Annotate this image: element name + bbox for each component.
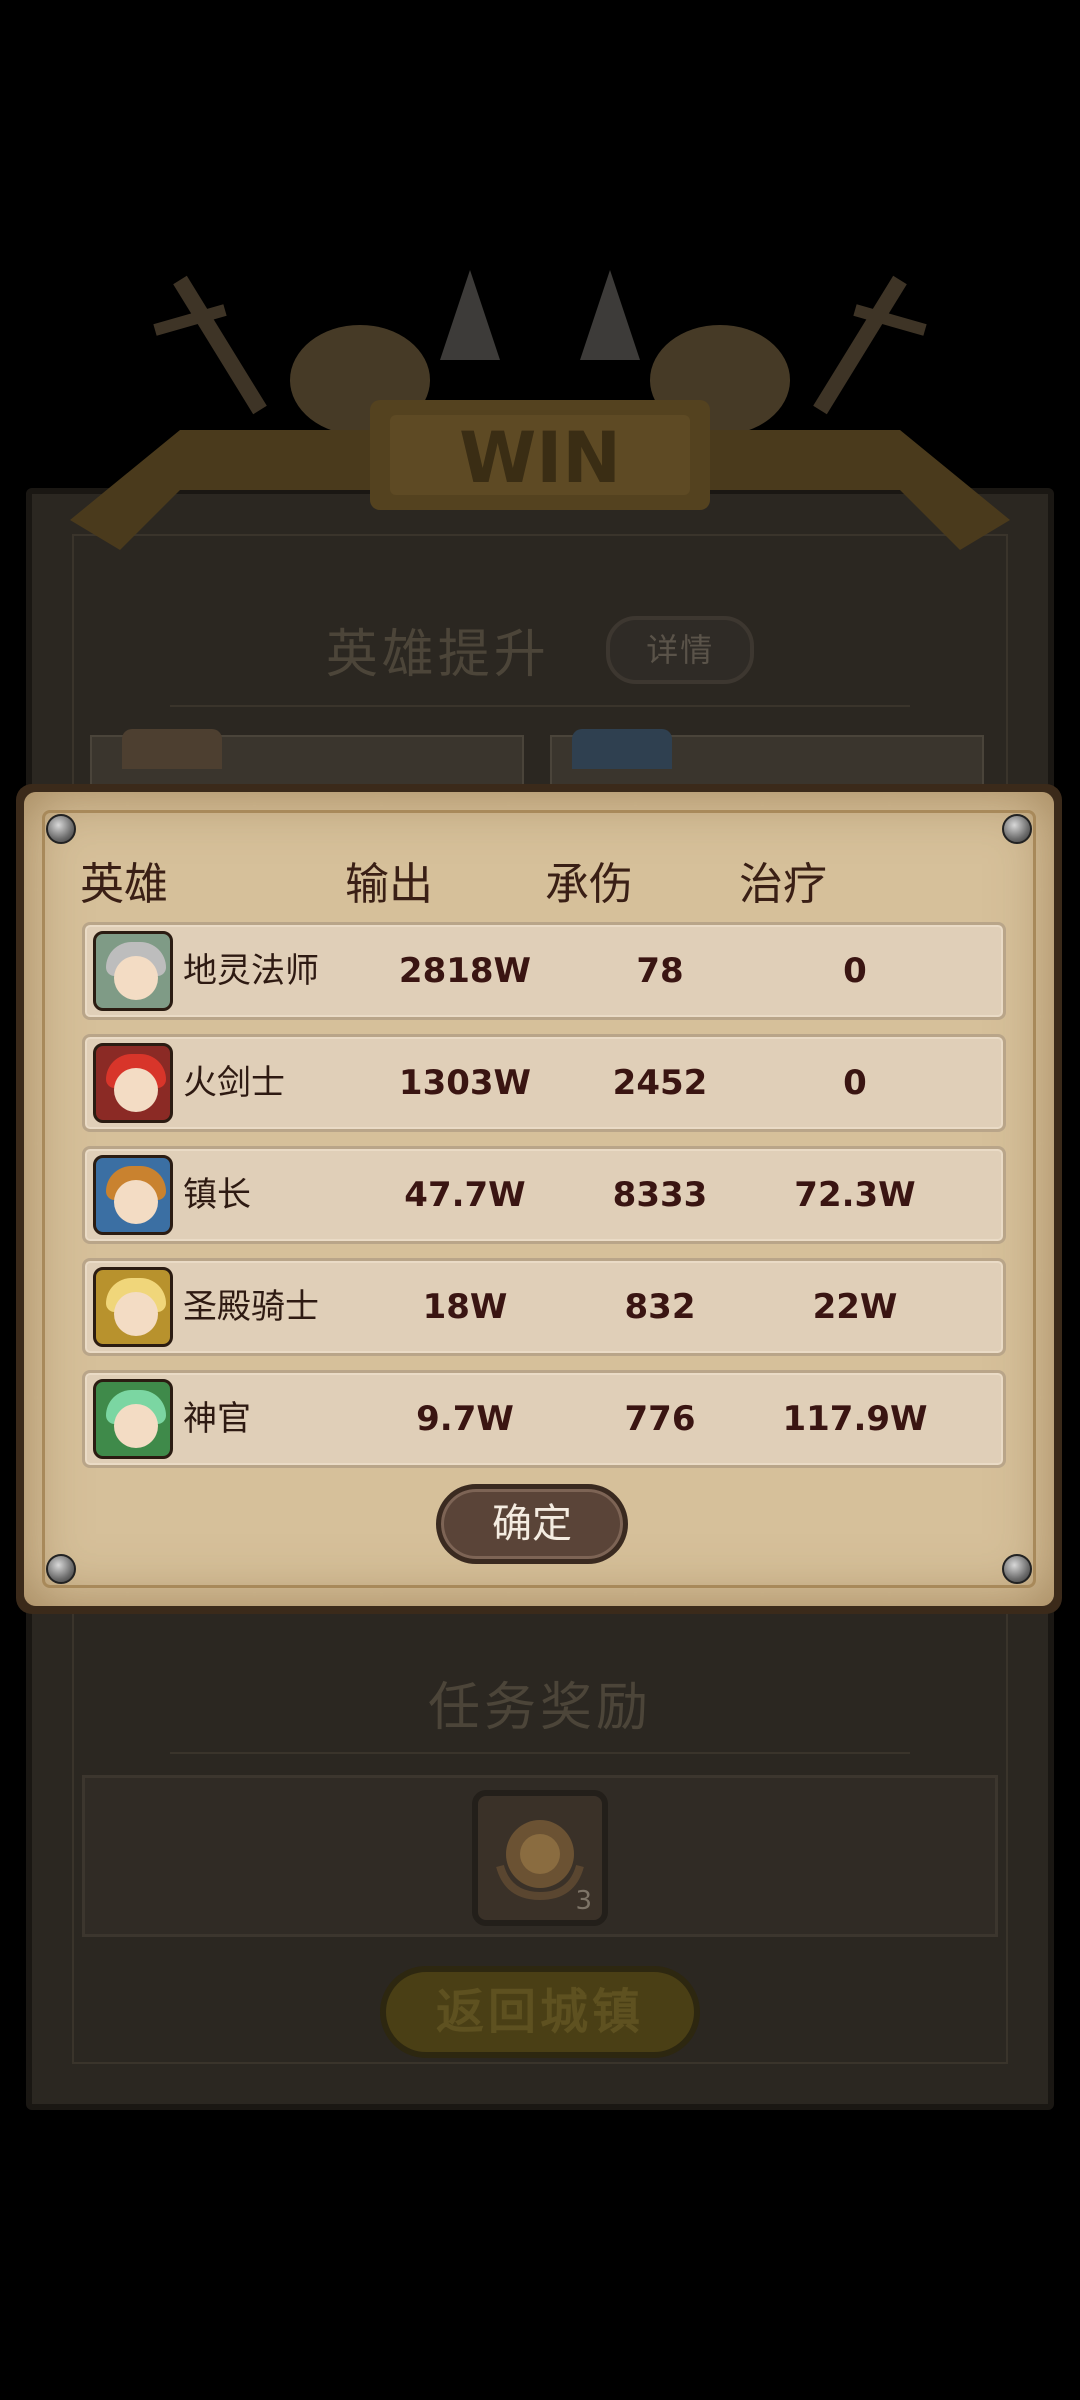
hero-name: 镇长	[183, 1175, 251, 1215]
win-banner: WIN	[70, 270, 1010, 550]
reward-count: 3	[575, 1886, 592, 1916]
output-value: 1303W	[398, 1063, 532, 1103]
hero-stats-row: 火剑士 1303W 2452 0	[82, 1034, 1006, 1132]
detail-button[interactable]: 详情	[606, 615, 755, 684]
reward-item[interactable]: 3	[472, 1790, 608, 1926]
hero-avatar[interactable]	[93, 1043, 173, 1123]
hero-stats-row: 地灵法师 2818W 78 0	[82, 922, 1006, 1020]
hero-avatar[interactable]	[93, 1267, 173, 1347]
hero-name: 圣殿骑士	[183, 1287, 319, 1327]
divider	[170, 705, 910, 707]
hero-stats-row: 圣殿骑士 18W 832 22W	[82, 1258, 1006, 1356]
damage-taken-value: 78	[636, 951, 684, 991]
hero-avatar[interactable]	[93, 1155, 173, 1235]
healing-value: 117.9W	[782, 1399, 928, 1439]
hero-upgrade-header: 英雄提升 详情	[0, 612, 1080, 687]
rivet-icon	[1002, 1554, 1032, 1584]
header-damage-taken: 承伤	[545, 859, 633, 910]
header-output: 输出	[345, 859, 433, 910]
return-town-button[interactable]: 返回城镇	[380, 1966, 700, 2058]
damage-taken-value: 8333	[612, 1175, 708, 1215]
hero-avatar[interactable]	[93, 931, 173, 1011]
hero-stats-row: 镇长 47.7W 8333 72.3W	[82, 1146, 1006, 1244]
rivet-icon	[1002, 814, 1032, 844]
hero-stats-list: 地灵法师 2818W 78 0 火剑士 1303W 2452 0 镇长 47.7…	[82, 922, 1006, 1482]
header-healing: 治疗	[739, 859, 827, 910]
output-value: 18W	[422, 1287, 508, 1327]
hero-name: 地灵法师	[183, 951, 319, 991]
rivet-icon	[46, 1554, 76, 1584]
hero-upgrade-title: 英雄提升	[325, 625, 550, 685]
damage-taken-value: 776	[624, 1399, 696, 1439]
output-value: 9.7W	[416, 1399, 514, 1439]
mission-reward-title: 任务奖励	[427, 1678, 652, 1738]
healing-value: 0	[843, 1063, 867, 1103]
rivet-icon	[46, 814, 76, 844]
divider	[170, 1752, 910, 1754]
damage-taken-value: 2452	[612, 1063, 708, 1103]
output-value: 2818W	[398, 951, 532, 991]
healing-value: 72.3W	[794, 1175, 916, 1215]
damage-taken-value: 832	[624, 1287, 696, 1327]
battle-stats-modal: 英雄 输出 承伤 治疗 地灵法师 2818W 78 0 火剑士 1303W 24…	[16, 784, 1062, 1614]
confirm-button[interactable]: 确定	[436, 1484, 628, 1564]
hero-name: 神官	[183, 1399, 251, 1439]
output-value: 47.7W	[404, 1175, 526, 1215]
header-hero: 英雄	[80, 859, 168, 910]
hero-avatar[interactable]	[93, 1379, 173, 1459]
win-text: WIN	[459, 417, 621, 499]
hero-name: 火剑士	[183, 1063, 285, 1103]
healing-value: 0	[843, 951, 867, 991]
hero-stats-row: 神官 9.7W 776 117.9W	[82, 1370, 1006, 1468]
healing-value: 22W	[812, 1287, 898, 1327]
